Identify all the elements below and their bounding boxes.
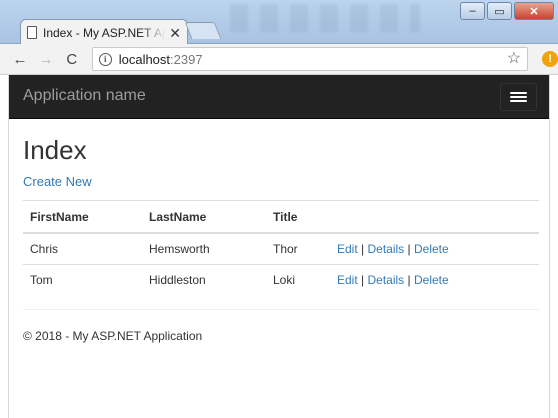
cell-firstname: Chris: [23, 232, 142, 265]
page-title: Index: [23, 135, 87, 165]
people-table: FirstName LastName Title Chris Hemsworth…: [23, 200, 539, 296]
blurred-titlebar-region: [230, 4, 420, 32]
delete-link[interactable]: Delete: [414, 273, 449, 287]
site-navbar: Application name: [9, 75, 549, 119]
reload-icon[interactable]: C: [60, 47, 84, 71]
delete-link[interactable]: Delete: [414, 242, 449, 256]
forward-arrow-icon[interactable]: →: [34, 47, 58, 71]
menu-icon-bar: [510, 96, 527, 98]
bookmark-star-icon[interactable]: ☆: [507, 50, 521, 68]
column-header-title: Title: [266, 200, 330, 234]
browser-toolbar: ← → C i localhost:2397 ☆ !: [0, 44, 558, 75]
edit-link[interactable]: Edit: [337, 273, 358, 287]
action-separator: |: [407, 242, 411, 256]
menu-icon-bar: [510, 100, 527, 102]
create-new-link[interactable]: Create New: [23, 174, 92, 189]
cell-title: Loki: [266, 264, 330, 296]
details-link[interactable]: Details: [368, 242, 405, 256]
page-viewport: Application name Index Create New FirstN…: [8, 75, 550, 418]
column-header-actions: [330, 200, 539, 234]
main-content: Index Create New FirstName LastName Titl…: [23, 135, 539, 296]
cell-title: Thor: [266, 232, 330, 265]
new-tab-button[interactable]: [184, 22, 222, 39]
cell-lastname: Hemsworth: [142, 232, 266, 265]
page-icon: [27, 26, 37, 39]
url-host: localhost: [118, 51, 171, 67]
cell-lastname: Hiddleston: [142, 264, 266, 296]
table-header-row: FirstName LastName Title: [23, 200, 539, 234]
window-controls: – ▭ ✕: [460, 2, 554, 20]
table-row: Chris Hemsworth Thor Edit | Details | De…: [23, 232, 539, 265]
maximize-button[interactable]: ▭: [487, 2, 512, 20]
back-arrow-icon[interactable]: ←: [8, 47, 32, 71]
action-separator: |: [361, 273, 365, 288]
footer-divider: [23, 309, 539, 310]
window-close-button[interactable]: ✕: [514, 2, 554, 20]
action-separator: |: [407, 273, 411, 288]
tab-close-icon[interactable]: ✕: [169, 26, 181, 40]
column-header-lastname: LastName: [142, 200, 266, 234]
tab-title: Index - My ASP.NET Application: [43, 25, 165, 40]
window-titlebar: Index - My ASP.NET Application ✕ – ▭ ✕: [0, 0, 558, 45]
browser-tab-active[interactable]: Index - My ASP.NET Application ✕: [20, 19, 188, 45]
brand-link[interactable]: Application name: [23, 87, 146, 105]
edit-link[interactable]: Edit: [337, 242, 358, 256]
page-footer: © 2018 - My ASP.NET Application: [23, 329, 203, 343]
menu-icon-bar: [510, 92, 527, 94]
extension-alert-icon[interactable]: !: [542, 51, 558, 67]
row-actions: Edit | Details | Delete: [330, 232, 539, 265]
url-port: :2397: [170, 51, 203, 67]
table-row: Tom Hiddleston Loki Edit | Details | Del…: [23, 264, 539, 296]
minimize-button[interactable]: –: [460, 2, 485, 20]
details-link[interactable]: Details: [368, 273, 405, 287]
site-info-icon[interactable]: i: [98, 52, 112, 66]
menu-toggle-button[interactable]: [500, 83, 537, 111]
row-actions: Edit | Details | Delete: [330, 264, 539, 296]
address-bar[interactable]: i localhost:2397 ☆: [91, 47, 529, 71]
cell-firstname: Tom: [23, 264, 142, 296]
action-separator: |: [361, 242, 365, 256]
column-header-firstname: FirstName: [23, 200, 142, 234]
